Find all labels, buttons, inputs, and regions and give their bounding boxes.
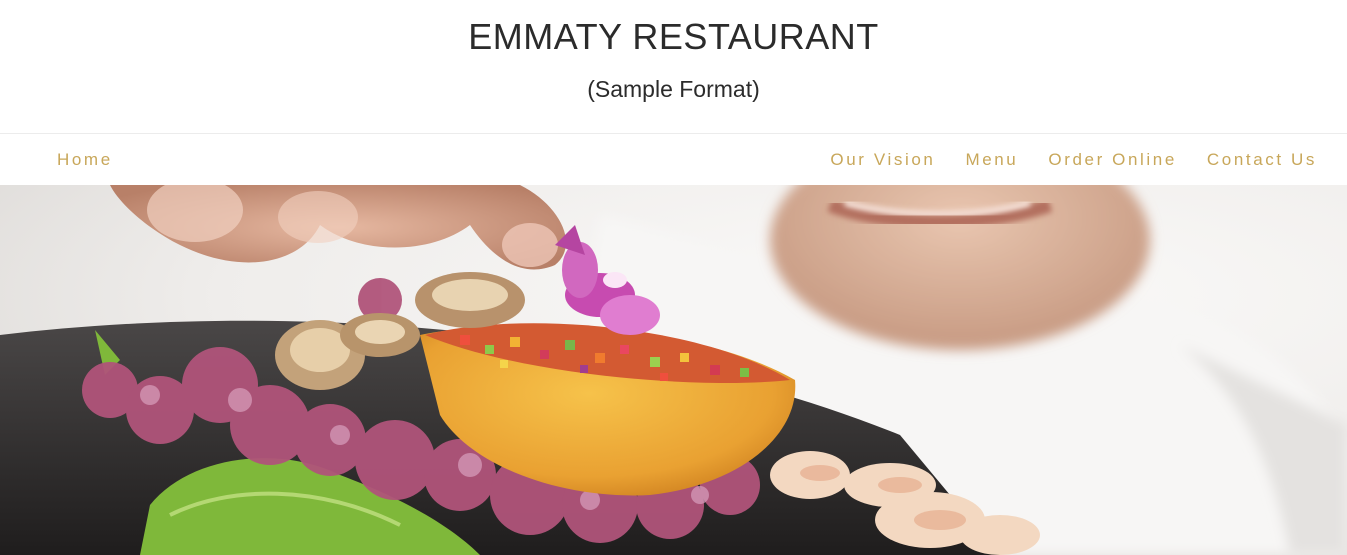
site-title: EMMATY RESTAURANT	[468, 16, 879, 57]
site-header: EMMATY RESTAURANT (Sample Format)	[0, 0, 1347, 133]
main-navigation: Home Our Vision Menu Order Online Contac…	[0, 133, 1347, 185]
nav-link-home[interactable]: Home	[57, 150, 113, 170]
hero-photo	[0, 185, 1347, 555]
nav-link-order-online[interactable]: Order Online	[1048, 150, 1177, 170]
nav-link-menu[interactable]: Menu	[965, 150, 1018, 170]
nav-link-contact-us[interactable]: Contact Us	[1207, 150, 1317, 170]
nav-link-our-vision[interactable]: Our Vision	[830, 150, 935, 170]
nav-right-group: Our Vision Menu Order Online Contact Us	[830, 150, 1317, 170]
site-subtitle: (Sample Format)	[587, 76, 760, 102]
hero-banner	[0, 185, 1347, 555]
